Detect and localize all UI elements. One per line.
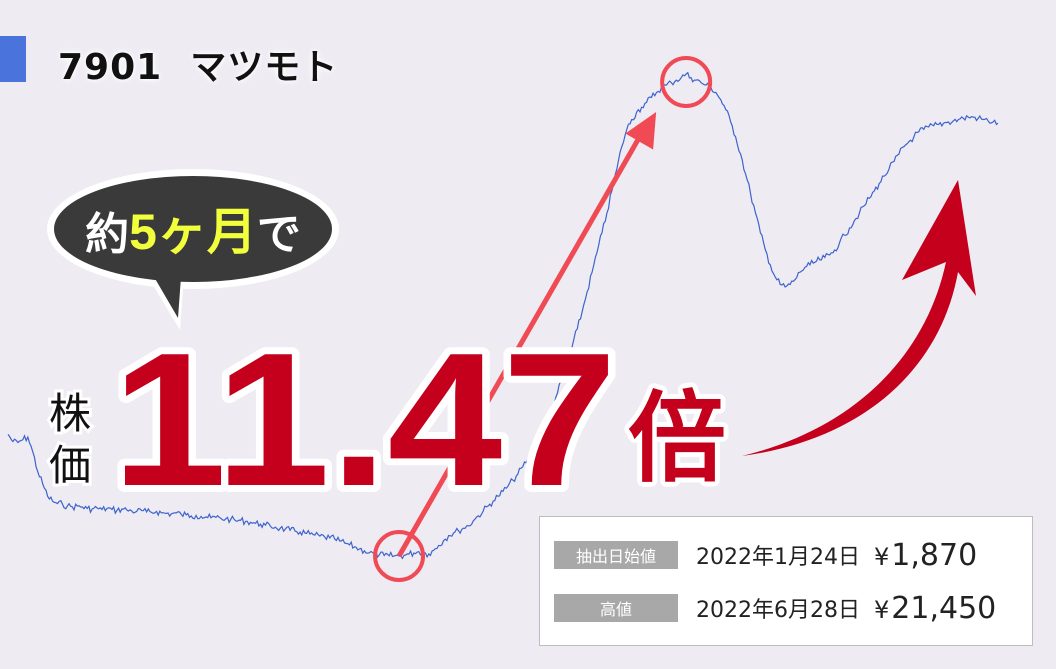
info-row-start: 抽出日始値 2022年1月24日 ¥1,870 bbox=[554, 537, 977, 573]
high-price: ¥21,450 bbox=[874, 591, 996, 626]
high-date: 2022年6月28日 bbox=[696, 598, 860, 623]
chart-title: 7901 マツモト bbox=[58, 38, 338, 90]
growth-arrow-line bbox=[396, 120, 651, 558]
growth-arrow-head bbox=[625, 112, 657, 150]
start-tag: 抽出日始値 bbox=[554, 541, 678, 569]
stock-code: 7901 bbox=[58, 47, 163, 88]
stock-name: マツモト bbox=[190, 47, 339, 88]
price-info-box: 抽出日始値 2022年1月24日 ¥1,870 高値 2022年6月28日 ¥2… bbox=[539, 516, 1033, 646]
info-row-high: 高値 2022年6月28日 ¥21,450 bbox=[554, 590, 996, 626]
price-series-line bbox=[7, 71, 999, 560]
start-currency: ¥ bbox=[874, 542, 890, 571]
title-accent-bar bbox=[0, 36, 26, 82]
chart-figure: 7901 マツモト 約5ヶ月で 株 価 11.47 倍 抽出日始値 2022年1月… bbox=[0, 0, 1056, 665]
high-currency: ¥ bbox=[874, 595, 890, 624]
start-date: 2022年1月24日 bbox=[696, 545, 860, 570]
start-price-value: 1,870 bbox=[891, 537, 978, 573]
start-price: ¥1,870 bbox=[874, 538, 977, 573]
high-price-value: 21,450 bbox=[891, 590, 997, 626]
high-tag: 高値 bbox=[554, 594, 678, 622]
